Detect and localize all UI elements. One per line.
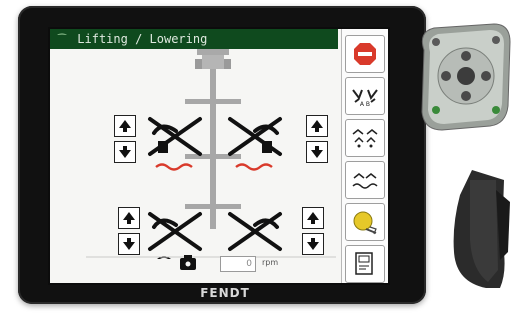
hitch-pair-icon: A B [352, 89, 378, 108]
tractor-hitch-diagram [86, 49, 336, 259]
upper-right-depth-wave [235, 163, 273, 171]
upper-left-depth-wave [155, 163, 193, 171]
arrow-up-icon [119, 120, 131, 132]
page-button[interactable] [345, 245, 385, 283]
headland-button[interactable] [345, 203, 385, 241]
float-mode-button[interactable] [345, 161, 385, 199]
stop-button[interactable] [345, 35, 385, 73]
stop-icon [354, 43, 376, 65]
upper-right-lower-button[interactable] [306, 141, 328, 163]
page-icon [355, 252, 373, 275]
rpm-field[interactable]: 0 [220, 256, 256, 272]
brand-logo: FENDT [200, 286, 250, 300]
raise-lower-mode-button[interactable] [345, 119, 385, 157]
svg-text:A B: A B [360, 101, 370, 108]
rpm-unit: rpm [262, 258, 279, 267]
arrow-down-icon [123, 238, 135, 250]
front-rear-hitch-button[interactable]: A B [345, 77, 385, 115]
arrow-up-icon [307, 212, 319, 224]
lower-left-raise-button[interactable] [118, 207, 140, 229]
arrow-down-icon [311, 146, 323, 158]
float-icon [352, 173, 378, 189]
headland-icon [353, 211, 377, 235]
pto-icon [180, 255, 196, 270]
arrow-up-icon [311, 120, 323, 132]
title-bar: ⁀ Lifting / Lowering [50, 29, 338, 49]
upper-right-raise-button[interactable] [306, 115, 328, 137]
hitch-diagram-area [50, 49, 342, 283]
terminal-screen: ⁀ Lifting / Lowering A B 0 rpm [48, 27, 390, 285]
lower-left-lower-button[interactable] [118, 233, 140, 255]
arrow-down-icon [307, 238, 319, 250]
bottom-status-bar: 0 rpm [170, 250, 330, 278]
arrow-up-icon [123, 212, 135, 224]
side-button-column: A B [341, 29, 388, 283]
hitch-icon: ⁀ [58, 35, 67, 46]
lower-right-raise-button[interactable] [302, 207, 324, 229]
upper-left-raise-button[interactable] [114, 115, 136, 137]
joystick-controller [421, 23, 511, 288]
arrow-down-icon [119, 146, 131, 158]
page-title: Lifting / Lowering [77, 32, 208, 46]
joystick-keypad[interactable] [421, 23, 511, 131]
raise-lower-icon [352, 129, 378, 148]
upper-left-lower-button[interactable] [114, 141, 136, 163]
